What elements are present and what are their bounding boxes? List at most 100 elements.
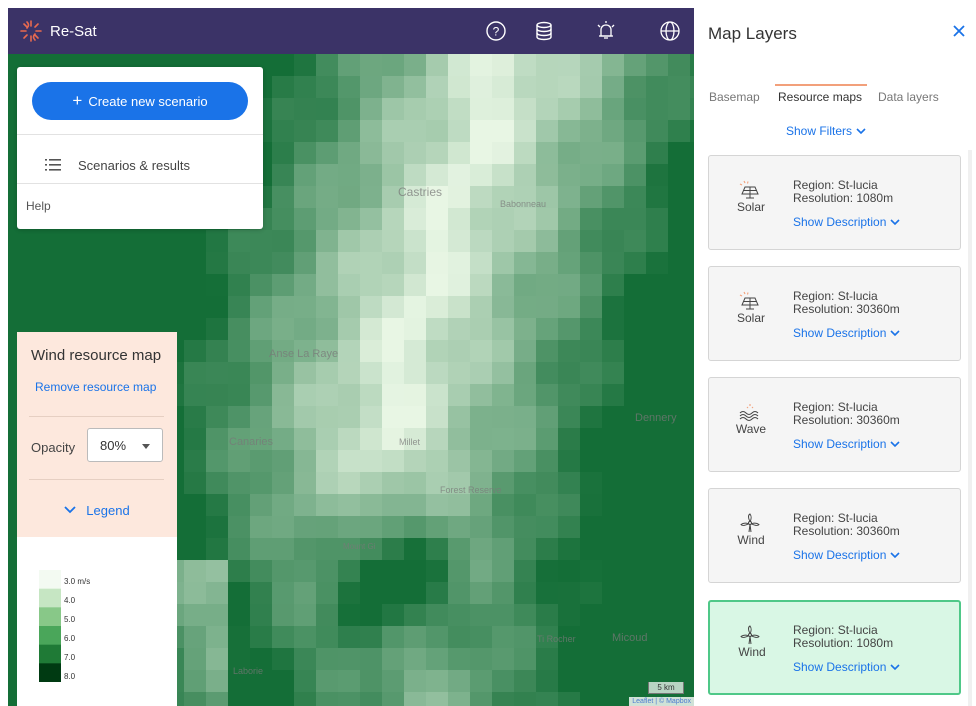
resource-card-wind[interactable]: Wind Region: St-lucia Resolution: 1080m Sho… [708,600,961,695]
tab-data-layers[interactable]: Data layers [878,90,939,104]
show-description-link[interactable]: Show Description [793,660,900,674]
svg-text:?: ? [493,25,500,39]
card-type-label: Solar [736,311,765,325]
legend-tick-label: 6.0 [64,634,76,643]
legend-tick-label: 7.0 [64,653,76,662]
tab-basemap[interactable]: Basemap [709,90,760,104]
wind-turbine-icon [740,513,760,533]
scenario-menu: + Create new scenario Scenarios & result… [17,67,263,229]
chevron-down-icon [890,551,900,558]
chevron-down-icon [64,506,76,514]
top-bar: Re-Sat ? [8,8,694,54]
globe-icon[interactable] [655,8,685,54]
app-name: Re-Sat [50,22,97,40]
opacity-label: Opacity [31,440,76,455]
menu-divider [17,134,263,135]
resource-card-wave[interactable]: Wave Region: St-lucia Resolution: 30360m Sh… [708,377,961,472]
card-resolution: Resolution: 1080m [793,191,894,205]
card-resolution: Resolution: 30360m [793,302,900,316]
map-label-laborie: Laborie [233,666,264,676]
card-region: Region: St-lucia [793,623,878,637]
show-description-label: Show Description [793,326,887,340]
card-type-label: Wind [737,533,765,547]
tab-resource-maps[interactable]: Resource maps [778,90,862,104]
solar-panel-icon [739,291,759,310]
opacity-select[interactable]: 80% [87,428,163,462]
card-type-label: Solar [736,200,765,214]
alarm-icon[interactable] [591,8,621,54]
map-layers-panel: Map Layers Basemap Resource maps Data la… [694,0,976,706]
help-link[interactable]: Help [26,199,51,213]
remove-resource-map-link[interactable]: Remove resource map [35,380,156,394]
active-tab-indicator [775,84,867,86]
map-label-mount-gimie: Mount Gi [343,542,376,551]
card-resolution: Resolution: 30360m [793,524,900,538]
legend-tick-label: 4.0 [64,596,76,605]
card-region: Region: St-lucia [793,511,878,525]
show-filters-label: Show Filters [786,124,853,138]
help-icon[interactable]: ? [481,8,511,54]
map-label-forest-reserve: Forest Reserve [440,485,502,495]
sun-logo-icon [20,20,42,42]
legend-tick-label: 5.0 [64,615,76,624]
show-description-label: Show Description [793,548,887,562]
menu-divider [17,183,263,184]
legend-color-bar [39,570,61,682]
resource-card-solar[interactable]: Solar Region: St-lucia Resolution: 30360m S… [708,266,961,361]
card-region: Region: St-lucia [793,289,878,303]
show-description-link[interactable]: Show Description [793,215,900,229]
card-resolution: Resolution: 1080m [793,636,894,650]
chevron-down-icon [890,440,900,447]
panel-divider [29,479,164,480]
map-label-anse-la-raye: Anse La Raye [269,348,339,360]
card-type-label: Wind [738,645,766,659]
resource-card-wind[interactable]: Wind Region: St-lucia Resolution: 30360m Sh… [708,488,961,583]
create-scenario-label: Create new scenario [88,93,208,109]
panel-scrollbar[interactable] [968,150,972,706]
show-filters-link[interactable]: Show Filters [786,124,866,138]
legend-tick-label: 8.0 [64,672,76,681]
wind-panel-title: Wind resource map [31,347,162,364]
show-description-link[interactable]: Show Description [793,326,900,340]
map-label-dennery: Dennery [635,412,677,424]
map-label-millet: Millet [399,437,421,447]
plus-icon: + [72,91,83,110]
show-description-link[interactable]: Show Description [793,548,900,562]
map-scale: 5 km [648,682,684,694]
scenarios-results-item[interactable]: Scenarios & results [17,147,263,183]
caret-down-icon [142,444,150,449]
map-attribution[interactable]: Leaflet | © Mapbox [629,697,694,706]
card-type-label: Wave [735,422,767,436]
show-description-link[interactable]: Show Description [793,437,900,451]
logo[interactable]: Re-Sat [18,18,97,44]
wind-resource-panel: Wind resource map Remove resource map Op… [17,332,177,706]
show-description-label: Show Description [793,437,887,451]
wind-turbine-icon [740,625,760,645]
map-label-babonneau: Babonneau [500,199,547,209]
map-label-ti-rocher: Ti Rocher [537,634,576,644]
scenarios-results-label: Scenarios & results [78,157,190,173]
chevron-down-icon [890,218,900,225]
chevron-down-icon [890,663,900,670]
show-description-label: Show Description [793,660,887,674]
map-label-micoud: Micoud [612,632,648,644]
opacity-value: 80% [100,437,127,453]
wind-panel-header: Wind resource map Remove resource map Op… [17,332,177,537]
chevron-down-icon [856,127,866,134]
legend-toggle[interactable]: Legend [17,498,177,522]
card-resolution: Resolution: 30360m [793,413,900,427]
card-region: Region: St-lucia [793,178,878,192]
card-region: Region: St-lucia [793,400,878,414]
app-window: Re-Sat ? Castries Babonneau Anse La Raye… [0,0,976,706]
panel-title: Map Layers [708,24,797,43]
legend-toggle-label: Legend [86,502,130,518]
database-icon[interactable] [529,8,559,54]
legend-tick-label: 3.0 m/s [64,577,91,586]
panel-divider [29,416,164,417]
resource-card-solar[interactable]: Solar Region: St-lucia Resolution: 1080m Sh… [708,155,961,250]
list-icon [45,159,61,171]
create-scenario-button[interactable]: + Create new scenario [32,82,248,120]
chevron-down-icon [890,329,900,336]
map-label-castries: Castries [398,185,443,199]
close-icon[interactable] [952,24,966,38]
